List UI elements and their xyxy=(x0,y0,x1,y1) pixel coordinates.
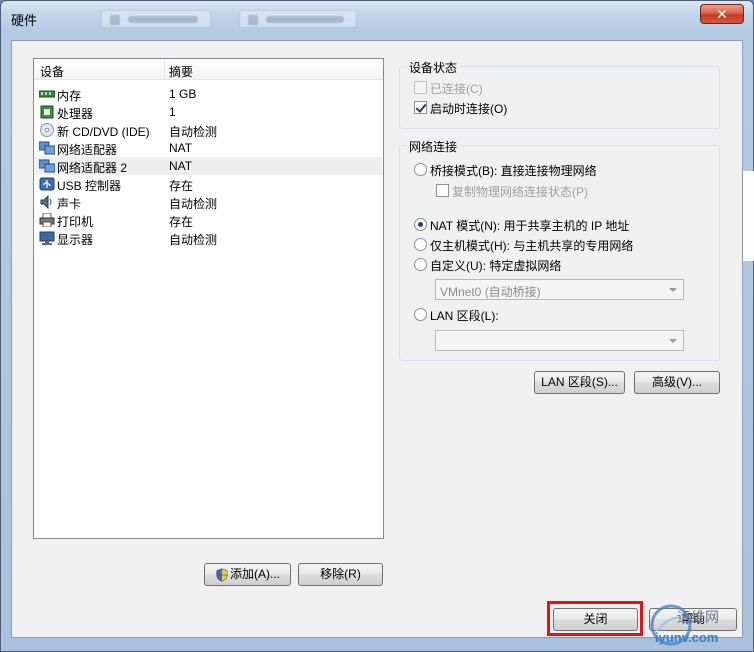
close-icon[interactable]: ✕ xyxy=(700,4,744,24)
device-summary: 自动检测 xyxy=(169,197,218,211)
device-summary: NAT xyxy=(169,159,193,173)
device-row-sound-card[interactable]: 声卡 自动检测 xyxy=(35,193,382,211)
nat-label: NAT 模式(N): 用于共享主机的 IP 地址 xyxy=(430,219,630,233)
sound-card-icon xyxy=(40,195,52,209)
device-row-usb-controller[interactable]: USB 控制器 存在 xyxy=(35,175,382,193)
replicate-state-label: 复制物理网络连接状态(P) xyxy=(452,185,588,199)
display-icon xyxy=(39,231,55,245)
device-name: 网络适配器 2 xyxy=(57,161,128,175)
column-device[interactable]: 设备 xyxy=(40,63,64,80)
lan-segment-label: LAN 区段(L): xyxy=(430,309,499,323)
window-title: 硬件 xyxy=(11,13,38,28)
remove-button-label: 移除(R) xyxy=(320,567,361,581)
connect-at-power-on-checkbox[interactable] xyxy=(414,101,427,114)
host-only-radio[interactable] xyxy=(414,238,427,251)
advanced-button-label: 高级(V)... xyxy=(652,375,702,389)
watermark-url: iyunv.com xyxy=(655,630,719,645)
watermark: 运维网 iyunv.com xyxy=(647,601,751,649)
device-list[interactable]: 设备 摘要 内存 1 GB 处理器 1 新 CD/DVD (IDE) 自动检测 xyxy=(33,58,384,539)
custom-network-select[interactable]: VMnet0 (自动桥接) xyxy=(435,279,684,300)
device-status-title: 设备状态 xyxy=(406,59,461,76)
custom-radio[interactable] xyxy=(414,258,427,271)
background-window-edge xyxy=(743,171,754,261)
background-tab xyxy=(239,10,357,28)
chevron-down-icon xyxy=(669,339,677,343)
remove-button[interactable]: 移除(R) xyxy=(298,563,383,586)
device-row-network-adapter-2[interactable]: 网络适配器 2 NAT xyxy=(35,157,382,175)
custom-label: 自定义(U): 特定虚拟网络 xyxy=(430,259,562,273)
background-tab xyxy=(101,10,211,28)
device-summary: 存在 xyxy=(169,179,194,193)
lan-segment-radio[interactable] xyxy=(414,308,427,321)
memory-icon xyxy=(39,90,55,98)
device-list-header: 设备 摘要 xyxy=(34,59,383,80)
advanced-button[interactable]: 高级(V)... xyxy=(634,371,720,394)
replicate-state-checkbox[interactable] xyxy=(436,184,449,197)
device-row-printer[interactable]: 打印机 存在 xyxy=(35,211,382,229)
device-name: USB 控制器 xyxy=(57,179,122,193)
network-connection-title: 网络连接 xyxy=(406,138,461,155)
bridged-radio[interactable] xyxy=(414,163,427,176)
device-summary: 1 GB xyxy=(169,87,197,101)
add-button[interactable]: 添加(A)... xyxy=(204,563,291,586)
network-adapter-icon xyxy=(39,141,55,155)
device-summary: 自动检测 xyxy=(169,125,218,139)
watermark-text: 运维网 xyxy=(677,609,719,625)
lan-segment-select[interactable] xyxy=(435,330,684,351)
dialog-client-area: 设备 摘要 内存 1 GB 处理器 1 新 CD/DVD (IDE) 自动检测 xyxy=(11,40,743,638)
column-summary[interactable]: 摘要 xyxy=(169,63,193,80)
lan-segments-button[interactable]: LAN 区段(S)... xyxy=(534,371,625,394)
device-row-network-adapter[interactable]: 网络适配器 NAT xyxy=(35,139,382,157)
bridged-label: 桥接模式(B): 直接连接物理网络 xyxy=(430,164,597,178)
device-name: 新 CD/DVD (IDE) xyxy=(57,125,150,139)
close-button-highlight xyxy=(547,601,643,636)
device-summary: 自动检测 xyxy=(169,233,218,247)
lan-segments-button-label: LAN 区段(S)... xyxy=(541,375,618,389)
device-name: 声卡 xyxy=(57,197,82,211)
device-row-display[interactable]: 显示器 自动检测 xyxy=(35,229,382,247)
device-summary: 存在 xyxy=(169,215,194,229)
cd-dvd-icon xyxy=(40,123,54,137)
connect-at-power-on-label: 启动时连接(O) xyxy=(430,102,508,116)
uac-shield-icon xyxy=(216,568,228,582)
chevron-down-icon xyxy=(669,288,677,292)
device-name: 打印机 xyxy=(57,215,94,229)
device-summary: NAT xyxy=(169,141,193,155)
printer-icon xyxy=(39,213,55,227)
device-row-processor[interactable]: 处理器 1 xyxy=(35,103,382,121)
nat-radio[interactable] xyxy=(414,218,427,231)
device-summary: 1 xyxy=(169,105,176,119)
device-name: 内存 xyxy=(57,89,82,103)
device-name: 显示器 xyxy=(57,233,94,247)
device-name: 处理器 xyxy=(57,107,94,121)
title-bar[interactable]: 硬件 ✕ xyxy=(1,1,753,33)
connected-checkbox[interactable] xyxy=(414,81,427,94)
device-status-group: 设备状态 已连接(C) 启动时连接(O) xyxy=(399,59,720,129)
usb-icon xyxy=(39,177,55,191)
device-name: 网络适配器 xyxy=(57,143,118,157)
host-only-label: 仅主机模式(H): 与主机共享的专用网络 xyxy=(430,239,634,253)
device-row-cd-dvd[interactable]: 新 CD/DVD (IDE) 自动检测 xyxy=(35,121,382,139)
network-adapter-icon xyxy=(39,159,55,173)
device-row-memory[interactable]: 内存 1 GB xyxy=(35,85,382,103)
connected-label: 已连接(C) xyxy=(430,82,483,96)
add-button-label: 添加(A)... xyxy=(230,567,280,581)
custom-network-value: VMnet0 (自动桥接) xyxy=(440,285,541,299)
processor-icon xyxy=(40,105,54,119)
network-connection-group: 网络连接 桥接模式(B): 直接连接物理网络 复制物理网络连接状态(P) NAT… xyxy=(399,138,720,361)
hardware-dialog: 硬件 ✕ 设备 摘要 内存 1 GB 处理器 1 新 CD/DVD (IDE) … xyxy=(0,0,754,652)
